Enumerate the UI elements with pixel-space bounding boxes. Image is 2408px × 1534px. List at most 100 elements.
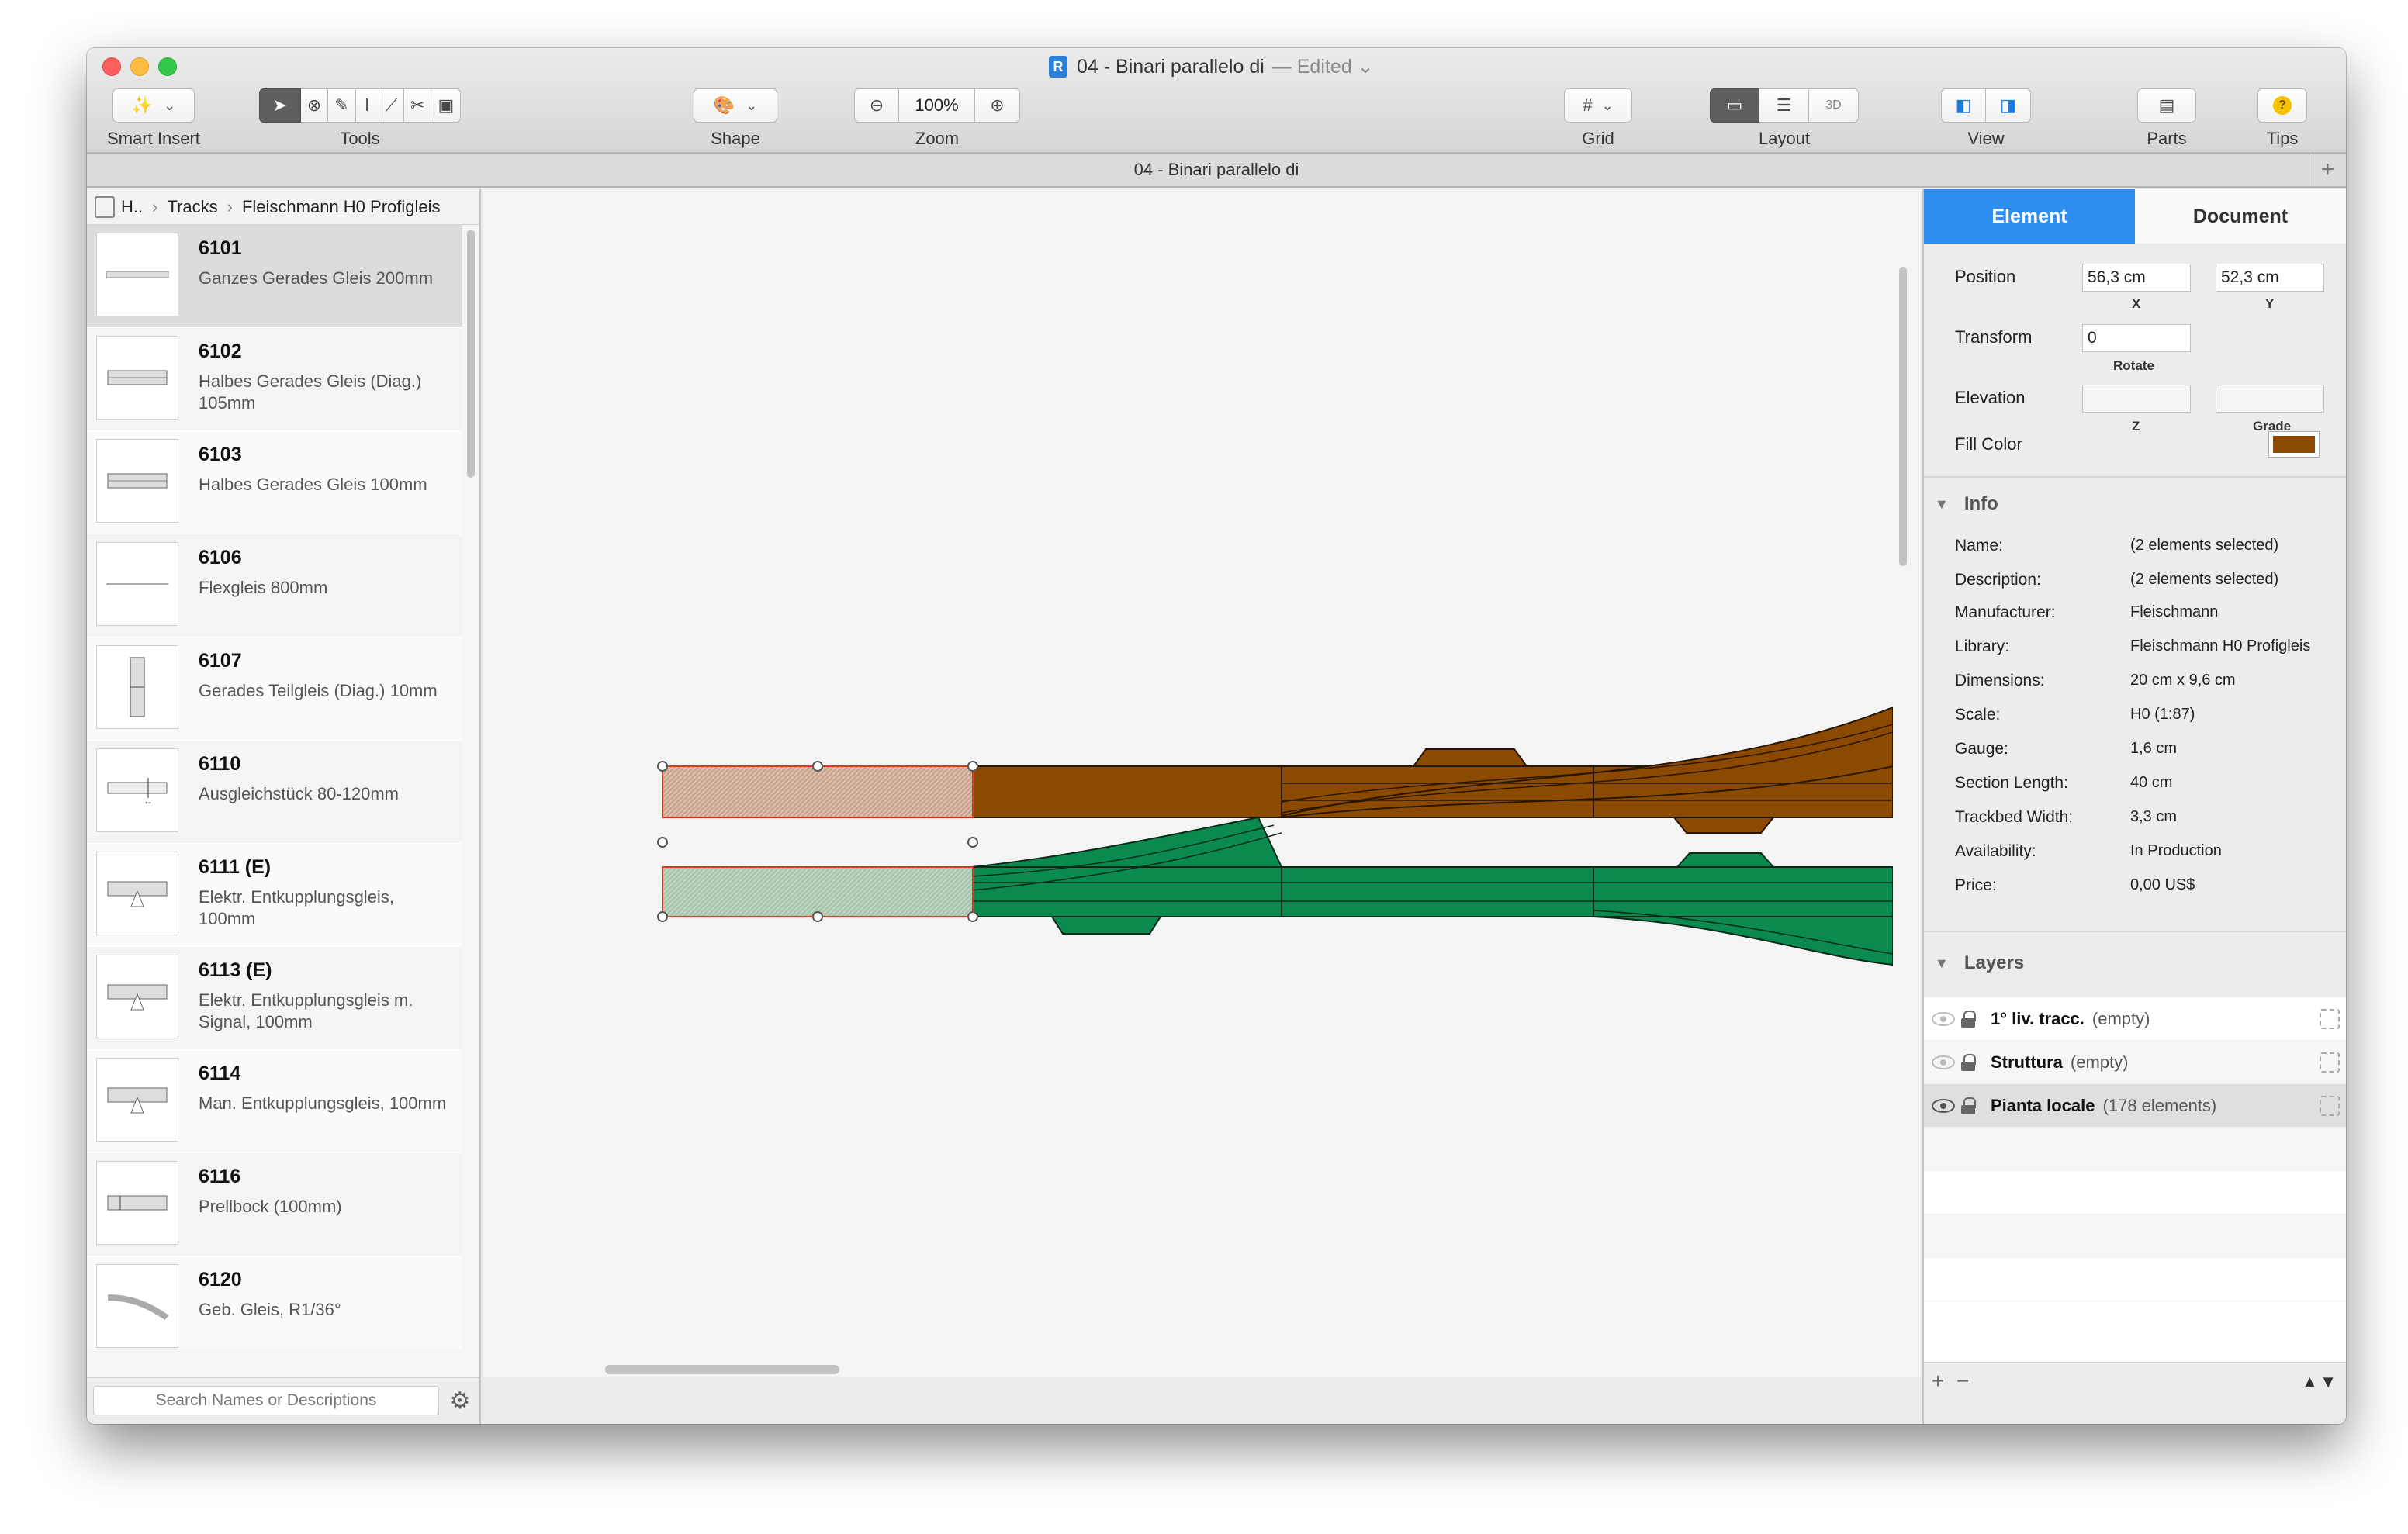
library-item[interactable]: 6103 Halbes Gerades Gleis 100mm [87, 431, 462, 534]
layer-row[interactable]: Struttura (empty) [1924, 1041, 2346, 1084]
document-tab[interactable]: 04 - Binari parallelo di [1134, 160, 1299, 180]
item-code: 6110 [199, 753, 241, 775]
eye-icon[interactable] [1932, 1098, 1955, 1113]
pin-tool-button[interactable]: ǀ [355, 88, 379, 123]
layout-canvas[interactable] [483, 189, 1921, 1377]
info-section-header[interactable]: ▼ Info [1935, 493, 1998, 515]
selection-handle[interactable] [967, 761, 978, 772]
library-item[interactable]: 6120 Geb. Gleis, R1/36° [87, 1256, 462, 1349]
layers-section-header[interactable]: ▼ Layers [1935, 952, 2024, 974]
selection-handle[interactable] [657, 761, 668, 772]
layer-select-checkbox[interactable] [2320, 1008, 2340, 1029]
layer-select-checkbox[interactable] [2320, 1052, 2340, 1073]
eye-icon[interactable] [1932, 1055, 1955, 1069]
selection-handle[interactable] [812, 761, 823, 772]
delete-tool-button[interactable]: ⊗ [300, 88, 329, 123]
view-right-panel-button[interactable]: ◨ [1986, 88, 2031, 123]
green-track-clip[interactable] [1675, 852, 1776, 868]
search-input[interactable] [93, 1386, 439, 1415]
selected-green-segment[interactable] [662, 866, 974, 917]
close-window-button[interactable] [102, 57, 121, 76]
minimize-window-button[interactable] [130, 57, 149, 76]
library-item[interactable]: 6114 Man. Entkupplungsgleis, 100mm [87, 1050, 462, 1153]
remove-layer-button[interactable]: − [1956, 1369, 1969, 1394]
select-tool-button[interactable]: ➤ [258, 88, 301, 123]
selection-handle[interactable] [657, 837, 668, 848]
smart-insert-button[interactable]: ✨ ⌄ [112, 88, 195, 123]
layout-split-button[interactable]: ☰ [1759, 88, 1809, 123]
green-turnout-exit[interactable] [1593, 916, 1893, 966]
tab-document[interactable]: Document [2135, 189, 2346, 244]
grid-button[interactable]: # ⌄ [1564, 88, 1632, 123]
gear-icon[interactable]: ⚙ [447, 1387, 473, 1414]
position-y-field[interactable] [2216, 264, 2324, 292]
stamp-tool-button[interactable]: ▣ [431, 88, 462, 123]
cut-tool-button[interactable]: ✂ [404, 88, 432, 123]
position-x-field[interactable] [2082, 264, 2191, 292]
canvas-vertical-scroll-thumb[interactable] [1899, 267, 1907, 566]
parts-button[interactable]: ▤ [2137, 88, 2196, 123]
add-tab-button[interactable]: + [2309, 154, 2346, 186]
brown-track-clip[interactable] [1672, 817, 1776, 834]
tab-element[interactable]: Element [1924, 189, 2135, 244]
info-value: Fleischmann [2130, 603, 2219, 620]
brown-turnout-motor[interactable] [1412, 748, 1528, 767]
shape-button[interactable]: 🎨 ⌄ [694, 88, 777, 123]
zoom-window-button[interactable] [158, 57, 177, 76]
library-item[interactable]: 6106 Flexgleis 800mm [87, 534, 462, 637]
canvas-vertical-scrollbar[interactable] [1898, 195, 1908, 1374]
selection-handle[interactable] [967, 911, 978, 922]
library-item[interactable]: 6102 Halbes Gerades Gleis (Diag.) 105mm [87, 328, 462, 431]
library-item[interactable]: 6111 (E) Elektr. Entkupplungsgleis, 100mm [87, 844, 462, 947]
selection[interactable] [657, 761, 978, 922]
lock-icon[interactable] [1961, 1097, 1976, 1114]
library-item[interactable]: 6101 Ganzes Gerades Gleis 200mm [87, 225, 462, 328]
green-turnout-motor[interactable] [1050, 916, 1162, 935]
canvas-horizontal-scroll-thumb[interactable] [605, 1365, 839, 1374]
elevation-z-field[interactable] [2082, 385, 2191, 413]
selection-handle[interactable] [967, 837, 978, 848]
layer-order-buttons[interactable]: ▲▼ [2301, 1372, 2338, 1392]
layout-2d-button[interactable]: ▭ [1710, 88, 1759, 123]
breadcrumb-current[interactable]: Fleischmann H0 Profigleis [242, 197, 441, 217]
brush-tool-button[interactable]: ✎ [328, 88, 356, 123]
view-left-panel-button[interactable]: ◧ [1941, 88, 1986, 123]
selection-handle[interactable] [657, 911, 668, 922]
measure-tool-button[interactable]: ⟋ [379, 88, 405, 123]
grade-field[interactable] [2216, 385, 2324, 413]
green-turnout-branch[interactable] [970, 816, 1283, 868]
lock-icon[interactable] [1961, 1010, 1976, 1028]
layout-3d-button[interactable]: 3D [1809, 88, 1859, 123]
library-scroll-thumb[interactable] [467, 230, 475, 478]
selection-handle[interactable] [812, 911, 823, 922]
selected-brown-segment[interactable] [662, 765, 974, 818]
layer-row[interactable]: Pianta locale (178 elements) [1924, 1084, 2346, 1128]
layer-row[interactable]: 1° liv. tracc. (empty) [1924, 997, 2346, 1041]
info-value: Fleischmann H0 Profigleis [2130, 637, 2311, 655]
eye-icon[interactable] [1932, 1011, 1955, 1026]
library-scrollbar[interactable] [465, 230, 476, 1346]
lock-icon[interactable] [1961, 1053, 1976, 1071]
tips-button[interactable]: ? [2258, 88, 2307, 123]
breadcrumb-tracks[interactable]: Tracks [167, 197, 217, 217]
add-layer-button[interactable]: + [1932, 1369, 1944, 1394]
breadcrumb-home[interactable]: H.. [121, 197, 143, 217]
library-item[interactable]: ↔ 6110 Ausgleichstück 80-120mm [87, 741, 462, 844]
layer-name: 1° liv. tracc. [1991, 1008, 2085, 1028]
fill-color-well[interactable] [2268, 431, 2320, 458]
zoom-value[interactable]: 100% [899, 88, 975, 123]
app-window: R 04 - Binari parallelo di — Edited ⌄ ✨ ⌄… [87, 48, 2346, 1424]
magic-wand-icon: ✨ [131, 95, 154, 115]
edited-indicator[interactable]: — Edited ⌄ [1272, 55, 1374, 78]
divider [1924, 476, 2346, 478]
library-item[interactable]: 6116 Prellbock (100mm) [87, 1153, 462, 1256]
layer-select-checkbox[interactable] [2320, 1095, 2340, 1116]
zoom-in-button[interactable]: ⊕ [975, 88, 1020, 123]
rotate-field[interactable] [2082, 324, 2191, 352]
library-item[interactable]: 6107 Gerades Teilgleis (Diag.) 10mm [87, 637, 462, 741]
library-item[interactable]: 6113 (E) Elektr. Entkupplungsgleis m. Sig… [87, 947, 462, 1050]
canvas-horizontal-scrollbar[interactable] [483, 1362, 1894, 1376]
library-list: 6101 Ganzes Gerades Gleis 200mm 6102 Halbe… [87, 225, 462, 1349]
elevation-label: Elevation [1955, 388, 2026, 407]
zoom-out-button[interactable]: ⊖ [854, 88, 899, 123]
